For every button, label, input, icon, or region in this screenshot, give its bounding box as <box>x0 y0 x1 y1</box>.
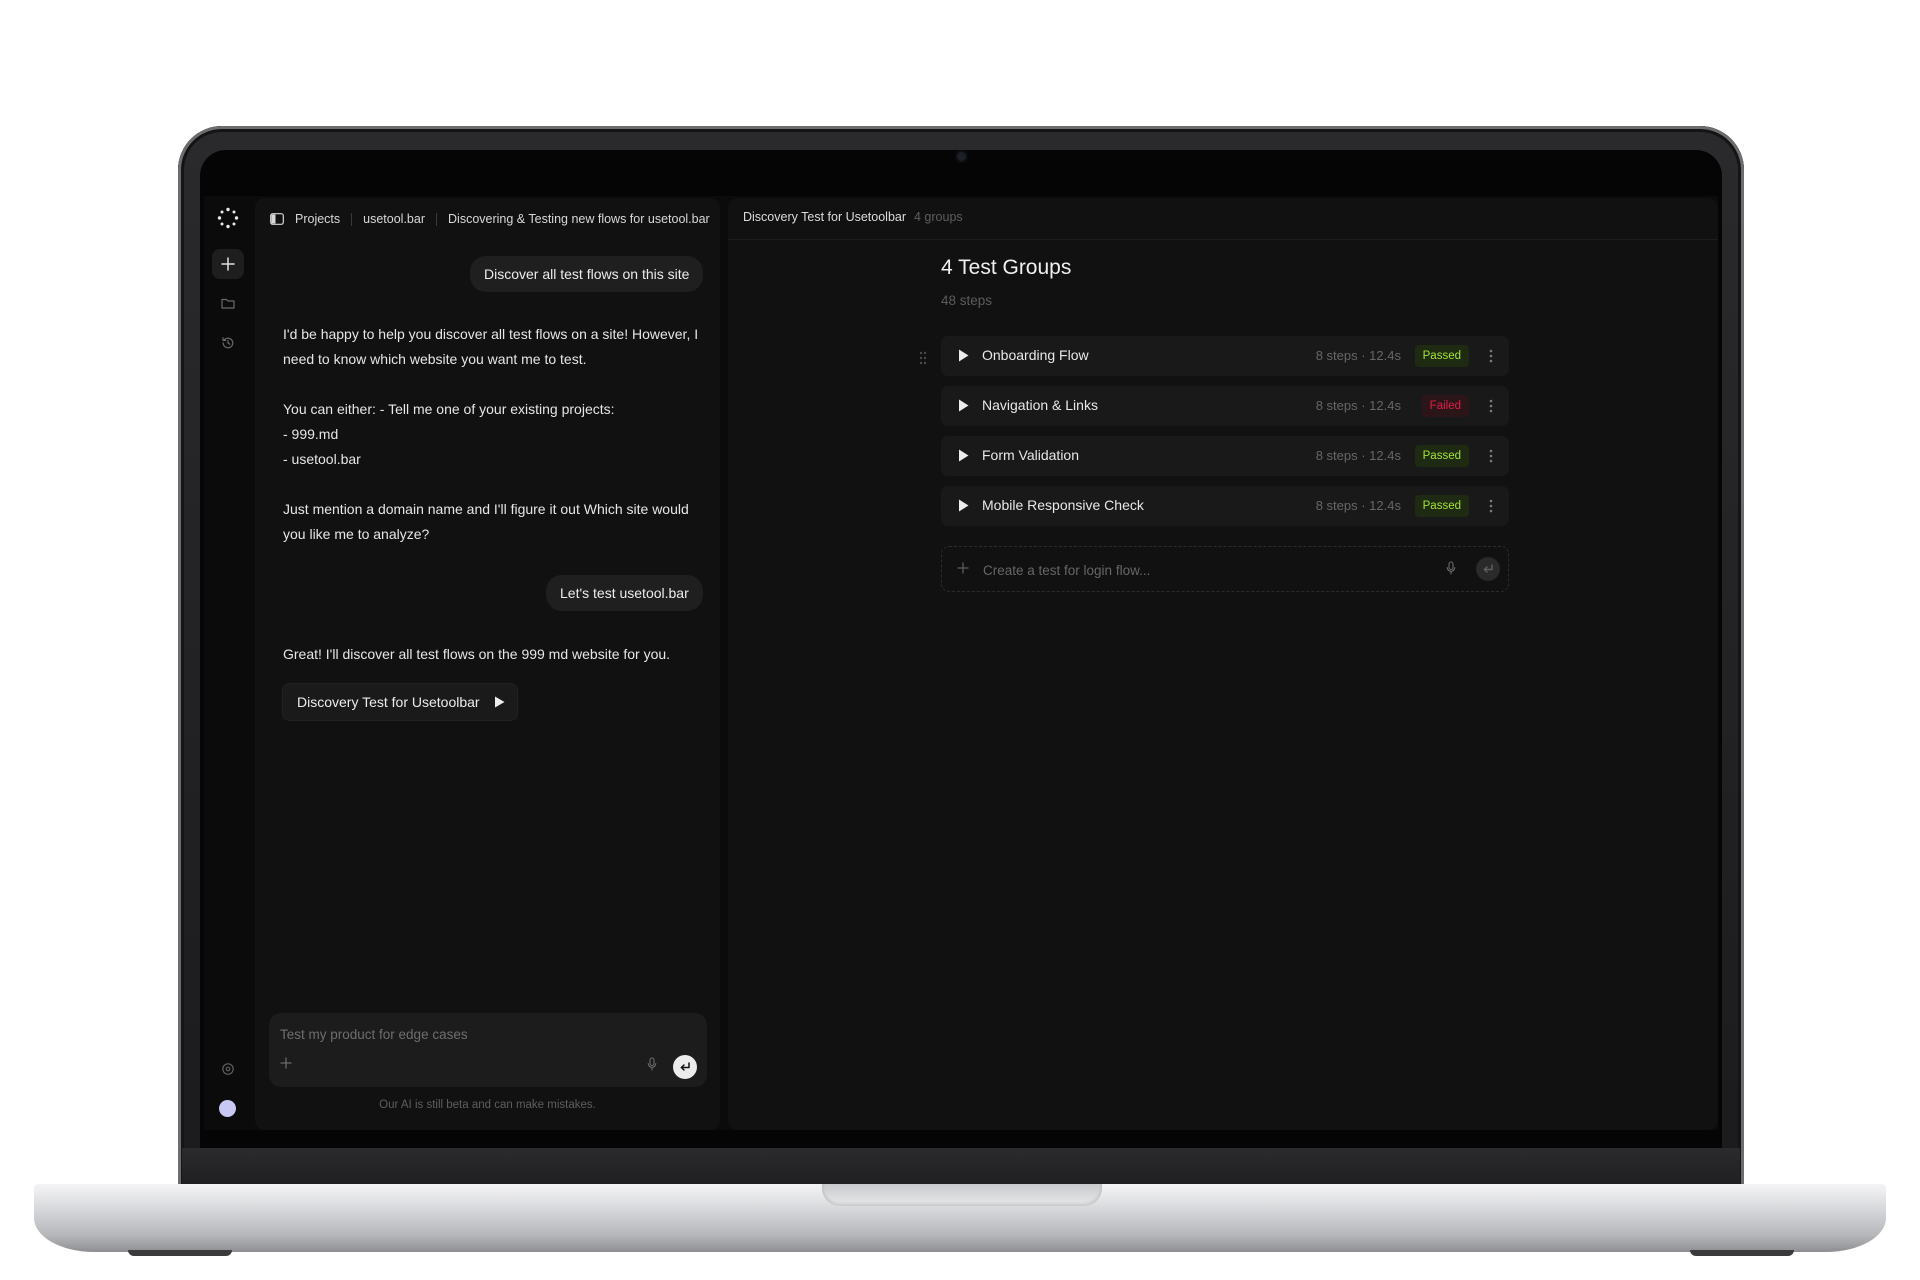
test-group-row[interactable]: Form Validation 8 steps · 12.4s Passed <box>941 436 1509 476</box>
play-icon[interactable] <box>958 449 969 462</box>
new-chat-button[interactable] <box>212 249 244 279</box>
message-line: you like me to analyze? <box>283 526 430 542</box>
folder-icon <box>221 298 235 309</box>
laptop-foot-left <box>128 1250 232 1256</box>
avatar[interactable] <box>219 1100 236 1117</box>
message-line: need to know which website you want me t… <box>283 351 587 367</box>
groups-count: 4 groups <box>914 210 963 224</box>
discovery-test-button[interactable]: Discovery Test for Usetoolbar <box>282 683 518 721</box>
kebab-icon[interactable] <box>1489 498 1493 514</box>
message-line: You can either: - Tell me one of your ex… <box>283 401 615 417</box>
dots-logo-icon[interactable] <box>216 206 240 230</box>
history-button[interactable] <box>212 328 244 358</box>
mic-icon[interactable] <box>647 1057 657 1071</box>
plus-icon <box>221 257 235 271</box>
page-title: 4 Test Groups <box>941 256 1072 279</box>
test-group-row[interactable]: Navigation & Links 8 steps · 12.4s Faile… <box>941 386 1509 426</box>
message-line: I'd be happy to help you discover all te… <box>283 326 699 342</box>
attach-plus-icon[interactable] <box>280 1057 292 1069</box>
kebab-icon[interactable] <box>1489 398 1493 414</box>
assistant-message: I'd be happy to help you discover all te… <box>283 322 698 547</box>
status-badge: Failed <box>1421 395 1469 417</box>
test-group-meta: 8 steps · 12.4s <box>1315 348 1401 363</box>
assistant-message: Great! I'll discover all test flows on t… <box>283 642 670 667</box>
laptop-thumb-notch <box>822 1184 1102 1206</box>
drag-handle-icon[interactable] <box>918 350 928 366</box>
status-badge: Passed <box>1414 345 1469 367</box>
plus-icon[interactable] <box>957 562 969 574</box>
play-icon[interactable] <box>958 349 969 362</box>
chat-input[interactable] <box>280 1024 640 1044</box>
test-group-meta: 8 steps · 12.4s <box>1315 448 1401 463</box>
user-message: Let's test usetool.bar <box>546 575 703 611</box>
message-spacer <box>283 372 698 397</box>
enter-icon <box>1483 563 1493 573</box>
test-group-name: Navigation & Links <box>982 397 1098 413</box>
message-line: - 999.md <box>283 426 339 442</box>
test-group-name: Mobile Responsive Check <box>982 497 1144 513</box>
test-group-row[interactable]: Mobile Responsive Check 8 steps · 12.4s … <box>941 486 1509 526</box>
history-icon <box>222 337 234 349</box>
breadcrumb: Projects usetool.bar Discovering & Testi… <box>270 210 710 228</box>
beta-disclaimer: Our AI is still beta and can make mistak… <box>379 1099 596 1111</box>
create-test-input[interactable] <box>983 560 1403 580</box>
message-line: Great! I'll discover all test flows on t… <box>283 646 671 662</box>
projects-button[interactable] <box>212 288 244 318</box>
settings-icon <box>222 1063 234 1075</box>
kebab-icon[interactable] <box>1489 448 1493 464</box>
message-line: Just mention a domain name and I'll figu… <box>283 501 689 517</box>
steps-total: 48 steps <box>941 293 993 308</box>
camera-icon <box>957 152 966 161</box>
breadcrumb-divider <box>436 212 438 226</box>
test-group-row[interactable]: Onboarding Flow 8 steps · 12.4s Passed <box>941 336 1509 376</box>
create-test-field <box>941 546 1509 592</box>
play-icon <box>494 696 505 708</box>
breadcrumb-chat[interactable]: Discovering & Testing new flows for uset… <box>448 212 710 226</box>
enter-icon <box>680 1061 690 1071</box>
status-badge: Passed <box>1414 495 1469 517</box>
breadcrumb-projects[interactable]: Projects <box>295 212 340 226</box>
user-message: Discover all test flows on this site <box>470 256 704 292</box>
laptop-foot-right <box>1690 1250 1794 1256</box>
mic-icon[interactable] <box>1446 561 1456 575</box>
breadcrumb-project[interactable]: usetool.bar <box>363 212 425 226</box>
sidebar-toggle-icon[interactable] <box>270 213 284 225</box>
message-line: - usetool.bar <box>283 451 361 467</box>
play-icon[interactable] <box>958 499 969 512</box>
breadcrumb-divider <box>351 212 353 226</box>
panel-title: Discovery Test for Usetoolbar <box>743 210 907 224</box>
test-group-name: Onboarding Flow <box>982 347 1089 363</box>
discovery-test-label: Discovery Test for Usetoolbar <box>297 694 480 710</box>
status-badge: Passed <box>1414 445 1469 467</box>
send-button[interactable] <box>673 1055 697 1079</box>
test-group-meta: 8 steps · 12.4s <box>1315 398 1401 413</box>
create-send-button[interactable] <box>1476 557 1500 581</box>
message-spacer <box>283 472 698 497</box>
test-group-name: Form Validation <box>982 447 1080 463</box>
kebab-icon[interactable] <box>1489 348 1493 364</box>
settings-button[interactable] <box>212 1054 244 1084</box>
play-icon[interactable] <box>958 399 969 412</box>
test-group-meta: 8 steps · 12.4s <box>1315 498 1401 513</box>
